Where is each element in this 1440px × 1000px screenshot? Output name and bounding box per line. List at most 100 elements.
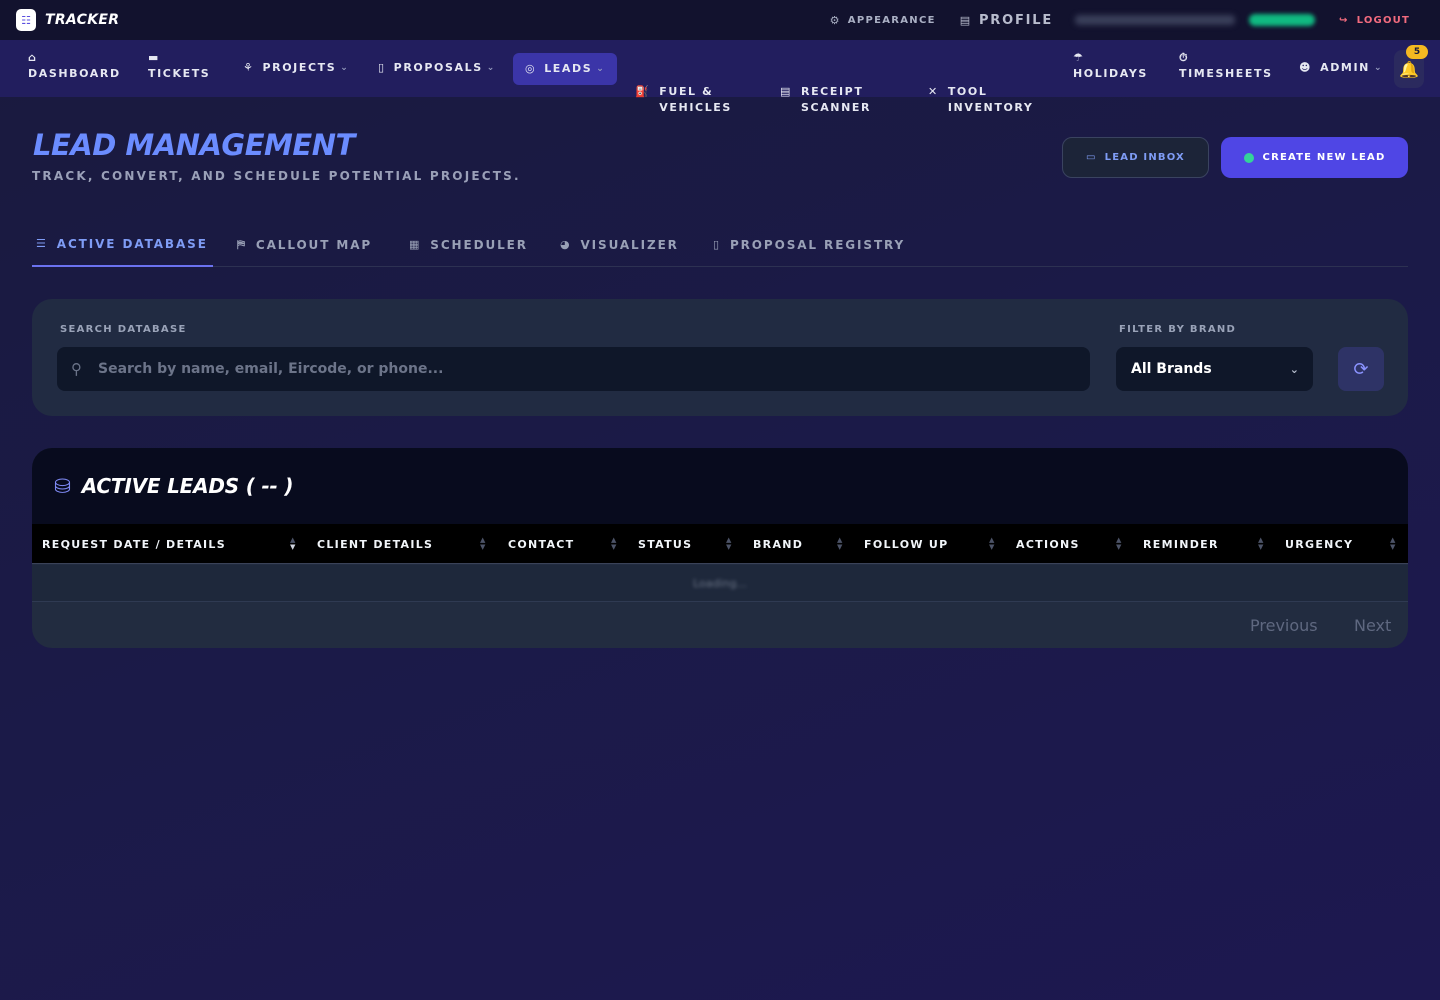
- tab-proposal-registry[interactable]: ▯ PROPOSAL REGISTRY: [713, 222, 905, 267]
- brand-filter-value: All Brands: [1131, 361, 1212, 377]
- tab-bar: ☰ ACTIVE DATABASE ⛿ CALLOUT MAP ▦ SCHEDU…: [32, 222, 1408, 267]
- nav-item-receipt-scanner[interactable]: ▤ RECEIPT SCANNER: [780, 52, 871, 148]
- app-name: TRACKER: [45, 12, 120, 28]
- nav-item-label: TOOL INVENTORY: [947, 85, 1034, 114]
- nav-item-label: TIMESHEETS: [1179, 67, 1273, 80]
- chevron-down-icon: ⌄: [596, 64, 606, 74]
- tab-label: SCHEDULER: [430, 237, 528, 252]
- main-nav: ⌂ DASHBOARD ▬ TICKETS ⚘ PROJECTS ⌄ ▯ PRO…: [0, 40, 1440, 114]
- tab-label: PROPOSAL REGISTRY: [729, 237, 906, 252]
- nav-item-label: FUEL & VEHICLES: [659, 85, 732, 114]
- tab-label: VISUALIZER: [580, 237, 679, 252]
- sort-icon: ▲ ▼: [290, 536, 296, 551]
- inbox-icon: ▭: [1086, 152, 1097, 163]
- tab-label: ACTIVE DATABASE: [56, 236, 208, 251]
- nav-item-label: RECEIPT SCANNER: [801, 85, 872, 114]
- sign-out-icon: ↪: [1339, 14, 1349, 26]
- sort-icon: ▲ ▼: [1116, 536, 1122, 551]
- lead-inbox-button[interactable]: ▭ LEAD INBOX: [1062, 137, 1209, 178]
- nav-item-admin[interactable]: ☻ ADMIN ⌄: [1299, 60, 1383, 76]
- app-logo-icon: ☷: [16, 9, 36, 31]
- map-marked-icon: ⛿: [237, 237, 247, 251]
- search-box[interactable]: ⚲: [57, 347, 1090, 391]
- nav-item-tickets[interactable]: ▬ TICKETS: [148, 50, 210, 82]
- search-icon: ⚲: [71, 360, 82, 378]
- sort-icon: ▲ ▼: [989, 536, 995, 551]
- search-input[interactable]: [98, 361, 998, 377]
- nav-item-tool-inventory[interactable]: ✕ TOOL INVENTORY: [928, 52, 1033, 148]
- sort-icon: ▲ ▼: [1258, 536, 1264, 551]
- notification-count-badge: 5: [1406, 45, 1428, 59]
- table-row: Loading...: [32, 565, 1408, 602]
- brand-filter-select[interactable]: All Brands ⌄: [1116, 347, 1313, 391]
- search-label: SEARCH DATABASE: [60, 324, 187, 335]
- logout-button[interactable]: ↪ LOGOUT: [1339, 15, 1410, 26]
- calendar-icon: ▦: [409, 238, 422, 251]
- sync-icon: ⟳: [1353, 358, 1369, 380]
- sort-icon: ▲ ▼: [611, 536, 617, 551]
- sort-icon: ▲ ▼: [726, 536, 732, 551]
- tools-icon: ✕: [928, 85, 939, 98]
- stopwatch-icon: ⏱: [1179, 51, 1190, 64]
- nav-item-proposals[interactable]: ▯ PROPOSALS ⌄: [378, 60, 496, 76]
- id-badge-icon: ▤: [959, 13, 972, 27]
- next-page-button[interactable]: Next: [1354, 616, 1391, 635]
- table-title: ACTIVE LEADS ( -- ): [81, 474, 294, 498]
- column-header[interactable]: ACTIONS: [1016, 524, 1080, 564]
- nav-item-leads[interactable]: ◎ LEADS ⌄: [513, 53, 618, 85]
- nav-item-label: TICKETS: [148, 67, 211, 80]
- appearance-button[interactable]: ⚙ APPEARANCE: [830, 14, 936, 27]
- tab-visualizer[interactable]: ◕ VISUALIZER: [560, 222, 679, 267]
- page-subtitle: TRACK, CONVERT, AND SCHEDULE POTENTIAL P…: [32, 169, 521, 183]
- filter-panel: SEARCH DATABASE ⚲ FILTER BY BRAND All Br…: [32, 299, 1408, 416]
- page-title: LEAD MANAGEMENT: [33, 128, 355, 162]
- column-header[interactable]: BRAND: [753, 524, 803, 564]
- brand[interactable]: ☷ TRACKER: [16, 9, 119, 31]
- chart-pie-icon: ◕: [560, 238, 572, 251]
- column-header[interactable]: URGENCY: [1285, 524, 1353, 564]
- create-new-lead-button[interactable]: CREATE NEW LEAD: [1221, 137, 1408, 178]
- project-diagram-icon: ⚘: [243, 61, 255, 74]
- plus-circle-icon: [1243, 152, 1254, 163]
- leads-table-card: ⛁ ACTIVE LEADS ( -- ) REQUEST DATE / DET…: [32, 448, 1408, 648]
- file-contract-icon: ▯: [378, 61, 386, 74]
- list-icon: ☰: [36, 237, 48, 250]
- nav-item-label: PROPOSALS: [393, 61, 483, 74]
- chevron-down-icon: ⌄: [486, 63, 496, 73]
- loading-text: Loading...: [693, 576, 747, 590]
- bell-icon: 🔔: [1399, 59, 1419, 79]
- gear-icon: ⚙: [829, 13, 841, 27]
- column-header[interactable]: REMINDER: [1143, 524, 1219, 564]
- nav-item-timesheets[interactable]: ⏱ TIMESHEETS: [1179, 50, 1273, 82]
- column-header[interactable]: REQUEST DATE / DETAILS: [42, 524, 226, 564]
- lead-inbox-label: LEAD INBOX: [1104, 152, 1185, 163]
- chevron-down-icon: ⌄: [1289, 362, 1299, 376]
- sort-icon: ▲ ▼: [480, 536, 486, 551]
- tab-active-database[interactable]: ☰ ACTIVE DATABASE: [32, 222, 213, 267]
- receipt-icon: ▤: [780, 85, 792, 98]
- appearance-label: APPEARANCE: [847, 14, 936, 26]
- sort-icon: ▲ ▼: [1390, 536, 1396, 551]
- tab-scheduler[interactable]: ▦ SCHEDULER: [409, 222, 528, 267]
- chevron-down-icon: ⌄: [1373, 63, 1384, 73]
- previous-page-button[interactable]: Previous: [1250, 616, 1318, 635]
- nav-item-projects[interactable]: ⚘ PROJECTS ⌄: [243, 60, 349, 76]
- column-header[interactable]: CLIENT DETAILS: [317, 524, 433, 564]
- tab-callout-map[interactable]: ⛿ CALLOUT MAP: [237, 222, 372, 267]
- user-name-redacted: [1075, 15, 1236, 25]
- nav-item-dashboard[interactable]: ⌂ DASHBOARD: [28, 50, 121, 82]
- brand-filter-label: FILTER BY BRAND: [1119, 324, 1237, 335]
- logout-label: LOGOUT: [1356, 14, 1410, 26]
- gas-pump-icon: ⛽: [635, 85, 651, 98]
- refresh-button[interactable]: ⟳: [1338, 347, 1384, 391]
- column-header[interactable]: CONTACT: [508, 524, 574, 564]
- nav-item-holidays[interactable]: ☂ HOLIDAYS: [1073, 50, 1148, 82]
- nav-item-label: DASHBOARD: [28, 67, 121, 80]
- column-header[interactable]: FOLLOW UP: [864, 524, 949, 564]
- file-icon: ▯: [713, 238, 721, 251]
- column-header[interactable]: STATUS: [638, 524, 692, 564]
- profile-button[interactable]: ▤ PROFILE: [960, 13, 1053, 28]
- table-header: REQUEST DATE / DETAILS ▲ ▼ CLIENT DETAILS…: [32, 524, 1408, 564]
- home-icon: ⌂: [28, 51, 38, 64]
- nav-item-fuel-vehicles[interactable]: ⛽ FUEL & VEHICLES: [635, 52, 732, 148]
